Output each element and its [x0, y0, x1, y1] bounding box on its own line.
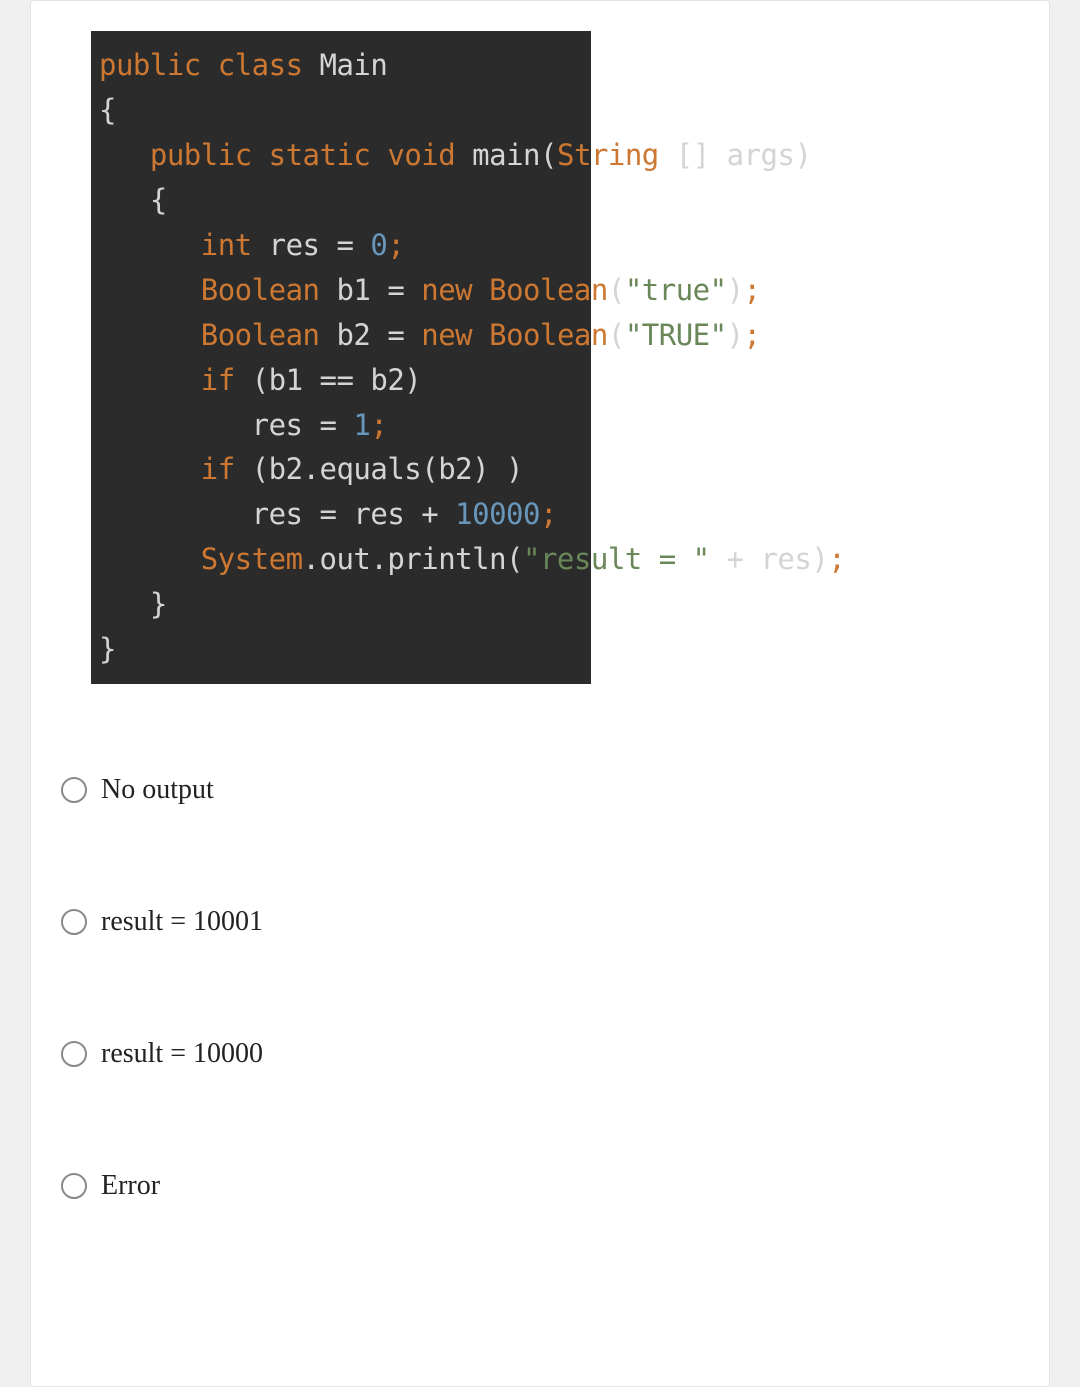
question-card: public class Main { public static void m…	[30, 0, 1050, 1387]
option-label: No output	[101, 774, 214, 806]
option-10000[interactable]: result = 10000	[61, 1038, 1019, 1070]
option-label: Error	[101, 1170, 160, 1202]
option-10001[interactable]: result = 10001	[61, 906, 1019, 938]
radio-icon	[61, 1173, 87, 1199]
option-label: result = 10001	[101, 906, 263, 938]
radio-icon	[61, 1041, 87, 1067]
option-no-output[interactable]: No output	[61, 774, 1019, 806]
radio-icon	[61, 777, 87, 803]
code-snippet: public class Main { public static void m…	[91, 31, 591, 684]
answer-options: No output result = 10001 result = 10000 …	[61, 774, 1019, 1202]
radio-icon	[61, 909, 87, 935]
option-label: result = 10000	[101, 1038, 263, 1070]
option-error[interactable]: Error	[61, 1170, 1019, 1202]
